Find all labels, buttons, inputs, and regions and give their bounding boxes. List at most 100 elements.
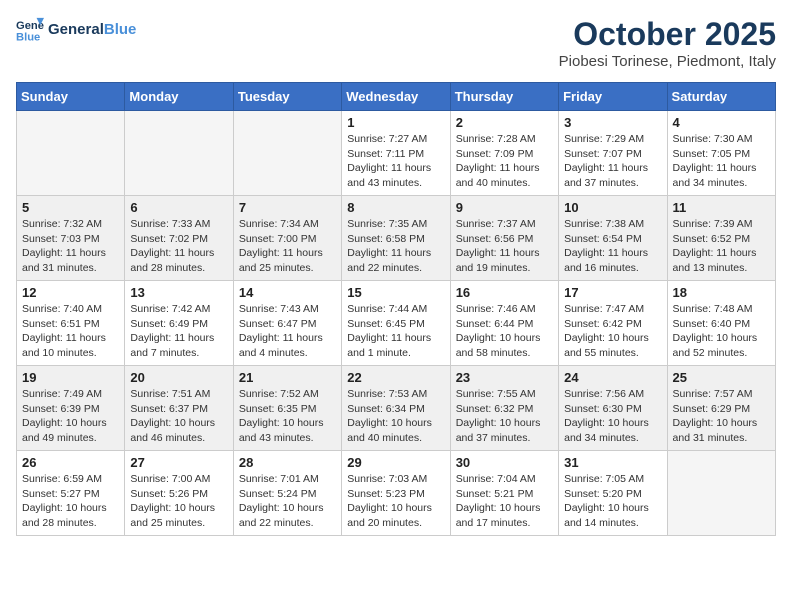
day-number: 14	[239, 285, 336, 300]
weekday-header-wednesday: Wednesday	[342, 83, 450, 111]
day-number: 29	[347, 455, 444, 470]
calendar-cell: 28Sunrise: 7:01 AMSunset: 5:24 PMDayligh…	[233, 451, 341, 536]
day-info: Sunrise: 7:42 AMSunset: 6:49 PMDaylight:…	[130, 302, 227, 361]
calendar-cell: 12 Sunrise: 7:40 AMSunset: 6:51 PMDayligh…	[17, 281, 125, 366]
day-number: 22	[347, 370, 444, 385]
calendar-cell: 9 Sunrise: 7:37 AMSunset: 6:56 PMDaylight…	[450, 196, 558, 281]
day-info: Sunrise: 6:59 AMSunset: 5:27 PMDaylight:…	[22, 472, 119, 531]
calendar-cell	[667, 451, 775, 536]
calendar-cell: 24 Sunrise: 7:56 AMSunset: 6:30 PMDayligh…	[559, 366, 667, 451]
day-info: Sunrise: 7:04 AMSunset: 5:21 PMDaylight:…	[456, 472, 553, 531]
weekday-header-tuesday: Tuesday	[233, 83, 341, 111]
day-number: 19	[22, 370, 119, 385]
week-row-1: 1 Sunrise: 7:27 AMSunset: 7:11 PMDaylight…	[17, 111, 776, 196]
calendar-cell: 14 Sunrise: 7:43 AMSunset: 6:47 PMDayligh…	[233, 281, 341, 366]
day-number: 7	[239, 200, 336, 215]
logo-icon: General Blue	[16, 16, 44, 44]
day-number: 31	[564, 455, 661, 470]
day-number: 30	[456, 455, 553, 470]
calendar-cell: 4 Sunrise: 7:30 AMSunset: 7:05 PMDaylight…	[667, 111, 775, 196]
calendar-cell: 10Sunrise: 7:38 AMSunset: 6:54 PMDayligh…	[559, 196, 667, 281]
day-info: Sunrise: 7:33 AMSunset: 7:02 PMDaylight:…	[130, 217, 227, 276]
calendar-cell: 5Sunrise: 7:32 AMSunset: 7:03 PMDaylight…	[17, 196, 125, 281]
day-number: 3	[564, 115, 661, 130]
calendar-cell: 16 Sunrise: 7:46 AMSunset: 6:44 PMDayligh…	[450, 281, 558, 366]
day-info: Sunrise: 7:48 AMSunset: 6:40 PMDaylight:…	[673, 302, 770, 361]
weekday-header-saturday: Saturday	[667, 83, 775, 111]
calendar-cell: 1 Sunrise: 7:27 AMSunset: 7:11 PMDaylight…	[342, 111, 450, 196]
day-info: Sunrise: 7:57 AMSunset: 6:29 PMDaylight:…	[673, 387, 770, 446]
day-info: Sunrise: 7:55 AMSunset: 6:32 PMDaylight:…	[456, 387, 553, 446]
calendar-cell: 13 Sunrise: 7:42 AMSunset: 6:49 PMDayligh…	[125, 281, 233, 366]
day-info: Sunrise: 7:29 AMSunset: 7:07 PMDaylight:…	[564, 132, 661, 191]
day-number: 2	[456, 115, 553, 130]
calendar-table: SundayMondayTuesdayWednesdayThursdayFrid…	[16, 82, 776, 536]
day-info: Sunrise: 7:56 AMSunset: 6:30 PMDaylight:…	[564, 387, 661, 446]
month-title: October 2025	[559, 16, 776, 53]
day-info: Sunrise: 7:30 AMSunset: 7:05 PMDaylight:…	[673, 132, 770, 191]
day-info: Sunrise: 7:44 AMSunset: 6:45 PMDaylight:…	[347, 302, 444, 361]
week-row-3: 12 Sunrise: 7:40 AMSunset: 6:51 PMDayligh…	[17, 281, 776, 366]
week-row-4: 19 Sunrise: 7:49 AMSunset: 6:39 PMDayligh…	[17, 366, 776, 451]
calendar-cell: 3 Sunrise: 7:29 AMSunset: 7:07 PMDaylight…	[559, 111, 667, 196]
calendar-cell: 15 Sunrise: 7:44 AMSunset: 6:45 PMDayligh…	[342, 281, 450, 366]
day-info: Sunrise: 7:46 AMSunset: 6:44 PMDaylight:…	[456, 302, 553, 361]
day-number: 4	[673, 115, 770, 130]
calendar-cell: 11 Sunrise: 7:39 AMSunset: 6:52 PMDayligh…	[667, 196, 775, 281]
day-number: 9	[456, 200, 553, 215]
day-number: 24	[564, 370, 661, 385]
day-number: 13	[130, 285, 227, 300]
day-number: 18	[673, 285, 770, 300]
day-number: 27	[130, 455, 227, 470]
day-info: Sunrise: 7:43 AMSunset: 6:47 PMDaylight:…	[239, 302, 336, 361]
day-number: 15	[347, 285, 444, 300]
day-info: Sunrise: 7:27 AMSunset: 7:11 PMDaylight:…	[347, 132, 444, 191]
calendar-cell: 22 Sunrise: 7:53 AMSunset: 6:34 PMDayligh…	[342, 366, 450, 451]
location: Piobesi Torinese, Piedmont, Italy	[559, 53, 776, 70]
calendar-cell: 23 Sunrise: 7:55 AMSunset: 6:32 PMDayligh…	[450, 366, 558, 451]
day-number: 6	[130, 200, 227, 215]
day-info: Sunrise: 7:49 AMSunset: 6:39 PMDaylight:…	[22, 387, 119, 446]
calendar-cell: 17Sunrise: 7:47 AMSunset: 6:42 PMDayligh…	[559, 281, 667, 366]
day-number: 8	[347, 200, 444, 215]
day-info: Sunrise: 7:37 AMSunset: 6:56 PMDaylight:…	[456, 217, 553, 276]
day-info: Sunrise: 7:01 AMSunset: 5:24 PMDaylight:…	[239, 472, 336, 531]
page-header: General Blue GeneralBlue October 2025 Pi…	[16, 16, 776, 70]
day-info: Sunrise: 7:52 AMSunset: 6:35 PMDaylight:…	[239, 387, 336, 446]
week-row-2: 5Sunrise: 7:32 AMSunset: 7:03 PMDaylight…	[17, 196, 776, 281]
day-number: 11	[673, 200, 770, 215]
day-info: Sunrise: 7:38 AMSunset: 6:54 PMDaylight:…	[564, 217, 661, 276]
day-info: Sunrise: 7:40 AMSunset: 6:51 PMDaylight:…	[22, 302, 119, 361]
title-section: October 2025 Piobesi Torinese, Piedmont,…	[559, 16, 776, 70]
day-number: 21	[239, 370, 336, 385]
day-info: Sunrise: 7:34 AMSunset: 7:00 PMDaylight:…	[239, 217, 336, 276]
day-number: 20	[130, 370, 227, 385]
weekday-header-monday: Monday	[125, 83, 233, 111]
weekday-header-thursday: Thursday	[450, 83, 558, 111]
weekday-header-friday: Friday	[559, 83, 667, 111]
calendar-cell: 25Sunrise: 7:57 AMSunset: 6:29 PMDayligh…	[667, 366, 775, 451]
calendar-cell: 2 Sunrise: 7:28 AMSunset: 7:09 PMDaylight…	[450, 111, 558, 196]
calendar-cell: 30 Sunrise: 7:04 AMSunset: 5:21 PMDayligh…	[450, 451, 558, 536]
day-info: Sunrise: 7:53 AMSunset: 6:34 PMDaylight:…	[347, 387, 444, 446]
calendar-cell: 21 Sunrise: 7:52 AMSunset: 6:35 PMDayligh…	[233, 366, 341, 451]
logo: General Blue GeneralBlue	[16, 16, 136, 44]
day-info: Sunrise: 7:47 AMSunset: 6:42 PMDaylight:…	[564, 302, 661, 361]
calendar-cell: 8 Sunrise: 7:35 AMSunset: 6:58 PMDaylight…	[342, 196, 450, 281]
logo-text: GeneralBlue	[48, 21, 136, 39]
day-info: Sunrise: 7:39 AMSunset: 6:52 PMDaylight:…	[673, 217, 770, 276]
day-number: 16	[456, 285, 553, 300]
day-number: 23	[456, 370, 553, 385]
day-number: 12	[22, 285, 119, 300]
day-number: 1	[347, 115, 444, 130]
weekday-header-row: SundayMondayTuesdayWednesdayThursdayFrid…	[17, 83, 776, 111]
calendar-cell: 6 Sunrise: 7:33 AMSunset: 7:02 PMDaylight…	[125, 196, 233, 281]
week-row-5: 26Sunrise: 6:59 AMSunset: 5:27 PMDayligh…	[17, 451, 776, 536]
calendar-cell	[17, 111, 125, 196]
day-info: Sunrise: 7:28 AMSunset: 7:09 PMDaylight:…	[456, 132, 553, 191]
calendar-cell: 20Sunrise: 7:51 AMSunset: 6:37 PMDayligh…	[125, 366, 233, 451]
calendar-cell: 18 Sunrise: 7:48 AMSunset: 6:40 PMDayligh…	[667, 281, 775, 366]
calendar-cell: 26Sunrise: 6:59 AMSunset: 5:27 PMDayligh…	[17, 451, 125, 536]
calendar-cell	[125, 111, 233, 196]
day-info: Sunrise: 7:35 AMSunset: 6:58 PMDaylight:…	[347, 217, 444, 276]
